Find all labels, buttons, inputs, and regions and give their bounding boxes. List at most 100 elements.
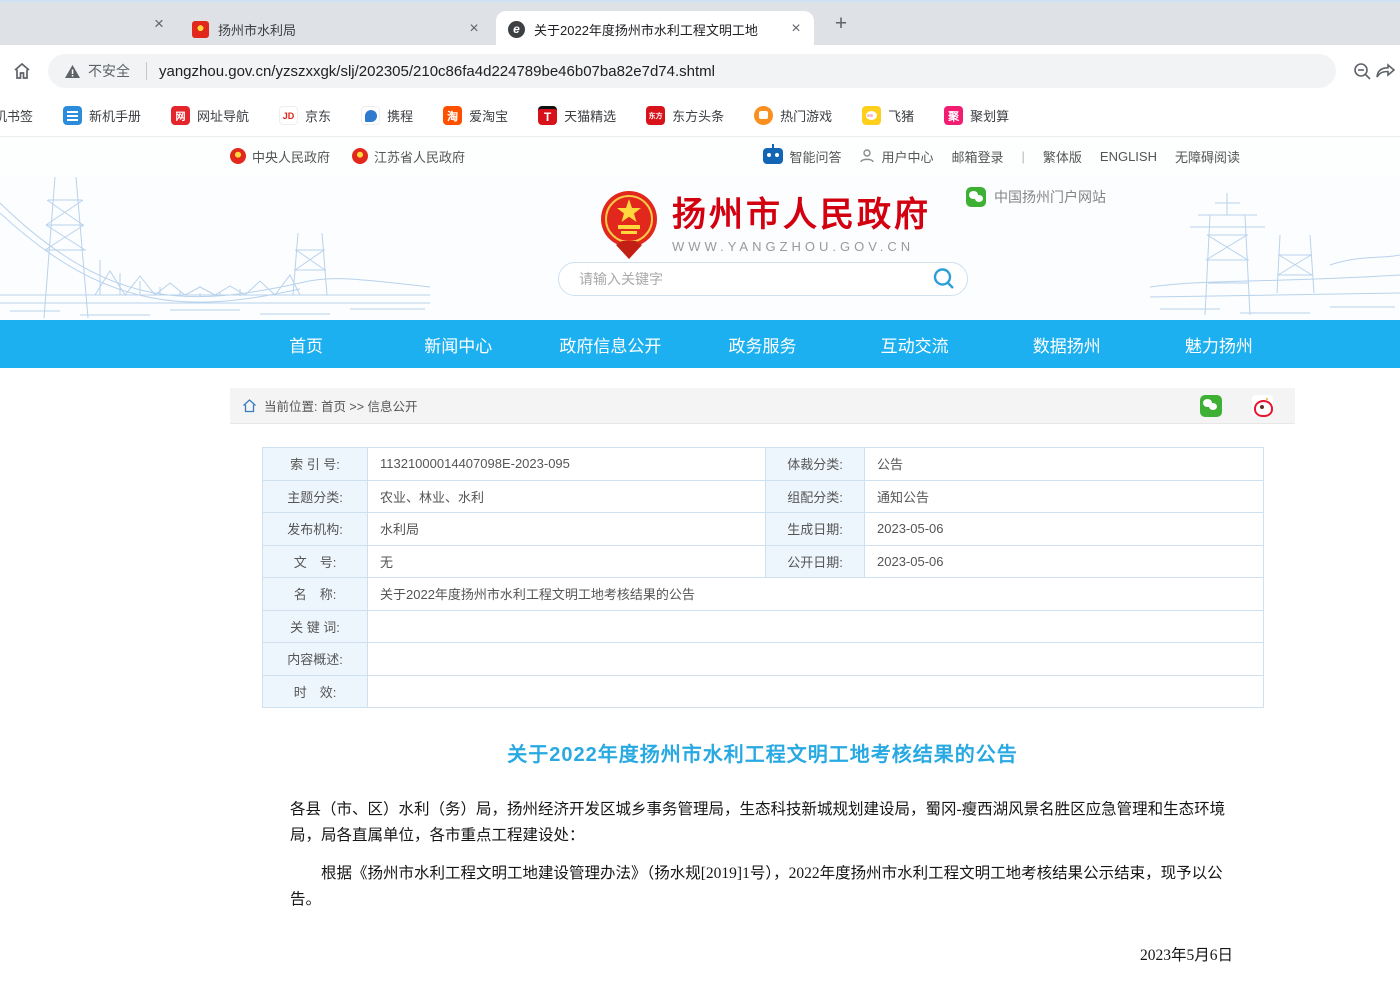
search-icon[interactable] — [931, 266, 957, 292]
bookmark-dongfang-toutiao[interactable]: 东方 东方头条 — [646, 106, 724, 125]
national-emblem-icon — [230, 148, 246, 164]
meta-label: 体裁分类: — [766, 448, 865, 481]
meta-label: 主题分类: — [263, 480, 368, 513]
tab-close-icon[interactable]: × — [464, 19, 484, 39]
fliggy-pig-icon — [862, 106, 881, 125]
robot-icon — [763, 148, 783, 164]
meta-value — [368, 675, 1264, 708]
meta-label: 文 号: — [263, 545, 368, 578]
bookmark-aitaobao[interactable]: 淘 爱淘宝 — [443, 106, 508, 125]
jd-icon: JD — [279, 106, 298, 125]
table-row: 发布机构: 水利局 生成日期: 2023-05-06 — [263, 513, 1264, 546]
nav-site-icon: 网 — [171, 106, 190, 125]
bookmark-wangzhi-daohang[interactable]: 网 网址导航 — [171, 106, 249, 125]
nav-data[interactable]: 数据扬州 — [991, 320, 1143, 368]
juhuasuan-icon: 聚 — [944, 106, 963, 125]
meta-value: 2023-05-06 — [865, 513, 1264, 546]
meta-label: 时 效: — [263, 675, 368, 708]
portal-label[interactable]: 中国扬州门户网站 — [966, 187, 1106, 207]
meta-label: 组配分类: — [766, 480, 865, 513]
table-row: 关 键 词: — [263, 610, 1264, 643]
tab-announcement-active[interactable]: e 关于2022年度扬州市水利工程文明工地 × — [496, 11, 814, 47]
search-input[interactable] — [579, 271, 931, 287]
page-url: yangzhou.gov.cn/yzszxxgk/slj/202305/210c… — [159, 63, 715, 80]
meta-label: 关 键 词: — [263, 610, 368, 643]
meta-label: 发布机构: — [263, 513, 368, 546]
bookmark-tmall[interactable]: T 天猫精选 — [538, 106, 616, 125]
table-row: 索 引 号: 11321000014407098E-2023-095 体裁分类:… — [263, 448, 1264, 481]
zoom-out-icon[interactable] — [1350, 59, 1374, 83]
meta-value — [368, 610, 1264, 643]
hidden-tab-close-icon[interactable]: × — [148, 13, 170, 35]
table-row: 内容概述: — [263, 643, 1264, 676]
meta-value: 无 — [368, 545, 766, 578]
share-weibo-icon[interactable] — [1252, 395, 1273, 416]
meta-value: 关于2022年度扬州市水利工程文明工地考核结果的公告 — [368, 578, 1264, 611]
bookmark-fliggy[interactable]: 飞猪 — [862, 106, 914, 125]
link-central-government[interactable]: 中央人民政府 — [230, 147, 330, 166]
meta-label: 名 称: — [263, 578, 368, 611]
link-jiangsu-government[interactable]: 江苏省人民政府 — [352, 147, 465, 166]
national-emblem-logo — [598, 189, 660, 259]
table-row: 文 号: 无 公开日期: 2023-05-06 — [263, 545, 1264, 578]
bookmark-jd[interactable]: JD 京东 — [279, 106, 331, 125]
bookmark-ctrip[interactable]: 携程 — [361, 106, 413, 125]
meta-value — [368, 643, 1264, 676]
mail-login-link[interactable]: 邮箱登录 — [951, 147, 1003, 166]
article-paragraph: 根据《扬州市水利工程文明工地建设管理办法》（扬水规[2019]1号），2022年… — [290, 861, 1235, 913]
site-search-box — [558, 262, 968, 296]
address-bar: 不安全 yangzhou.gov.cn/yzszxxgk/slj/202305/… — [0, 47, 1400, 95]
article: 关于2022年度扬州市水利工程文明工地考核结果的公告 各县（市、区）水利（务）局… — [230, 738, 1295, 997]
document-meta-table: 索 引 号: 11321000014407098E-2023-095 体裁分类:… — [262, 447, 1264, 708]
national-emblem-favicon — [192, 21, 209, 38]
omnibox-divider — [146, 62, 147, 80]
tab-close-icon[interactable]: × — [786, 19, 806, 39]
wechat-icon — [966, 187, 986, 207]
tmall-icon: T — [538, 106, 557, 125]
table-row: 名 称: 关于2022年度扬州市水利工程文明工地考核结果的公告 — [263, 578, 1264, 611]
tab-title: 关于2022年度扬州市水利工程文明工地 — [534, 20, 778, 39]
article-title: 关于2022年度扬州市水利工程文明工地考核结果的公告 — [290, 738, 1235, 767]
new-tab-button[interactable]: + — [828, 13, 854, 37]
manual-icon — [63, 106, 82, 125]
bookmark-hot-games[interactable]: 热门游戏 — [754, 106, 832, 125]
bookmark-jishuqian[interactable]: 机书签 — [0, 106, 33, 125]
meta-value: 通知公告 — [865, 480, 1264, 513]
traditional-chinese-link[interactable]: 繁体版 — [1043, 147, 1082, 166]
nav-info-disclosure[interactable]: 政府信息公开 — [534, 320, 686, 368]
national-emblem-icon — [352, 148, 368, 164]
nav-interaction[interactable]: 互动交流 — [839, 320, 991, 368]
meta-label: 公开日期: — [766, 545, 865, 578]
games-icon — [754, 106, 773, 125]
home-icon[interactable] — [242, 399, 257, 413]
home-icon[interactable] — [10, 59, 34, 83]
bookmark-juhuasuan[interactable]: 聚 聚划算 — [944, 106, 1009, 125]
nav-services[interactable]: 政务服务 — [686, 320, 838, 368]
ctrip-dolphin-icon — [361, 106, 380, 125]
breadcrumb[interactable]: 当前位置: 首页 >> 信息公开 — [264, 396, 418, 415]
share-wechat-icon[interactable] — [1200, 395, 1222, 417]
site-name: 扬州市人民政府 — [672, 195, 931, 235]
nav-news[interactable]: 新闻中心 — [382, 320, 534, 368]
nav-charm[interactable]: 魅力扬州 — [1143, 320, 1295, 368]
tab-title: 扬州市水利局 — [218, 20, 456, 39]
breadcrumb-bar: 当前位置: 首页 >> 信息公开 — [230, 388, 1295, 424]
meta-value: 水利局 — [368, 513, 766, 546]
tab-bar: × 扬州市水利局 × e 关于2022年度扬州市水利工程文明工地 × + — [0, 0, 1400, 45]
meta-value: 2023-05-06 — [865, 545, 1264, 578]
accessibility-link[interactable]: 无障碍阅读 — [1175, 147, 1240, 166]
table-row: 主题分类: 农业、林业、水利 组配分类: 通知公告 — [263, 480, 1264, 513]
bookmark-xinji-shouce[interactable]: 新机手册 — [63, 106, 141, 125]
smart-qa-link[interactable]: 智能问答 — [763, 147, 841, 166]
utility-divider: | — [1022, 149, 1025, 164]
share-icon[interactable] — [1374, 59, 1398, 83]
article-paragraph: 各县（市、区）水利（务）局，扬州经济开发区城乡事务管理局，生态科技新城规划建设局… — [290, 797, 1235, 849]
tab-shuiliju[interactable]: 扬州市水利局 × — [180, 11, 492, 47]
meta-label: 索 引 号: — [263, 448, 368, 481]
site-logo[interactable]: 扬州市人民政府 WWW.YANGZHOU.GOV.CN — [598, 189, 931, 259]
user-center-link[interactable]: 用户中心 — [859, 147, 933, 166]
meta-value: 农业、林业、水利 — [368, 480, 766, 513]
nav-home[interactable]: 首页 — [230, 320, 382, 368]
url-omnibox[interactable]: 不安全 yangzhou.gov.cn/yzszxxgk/slj/202305/… — [48, 54, 1336, 88]
english-link[interactable]: ENGLISH — [1100, 149, 1157, 164]
